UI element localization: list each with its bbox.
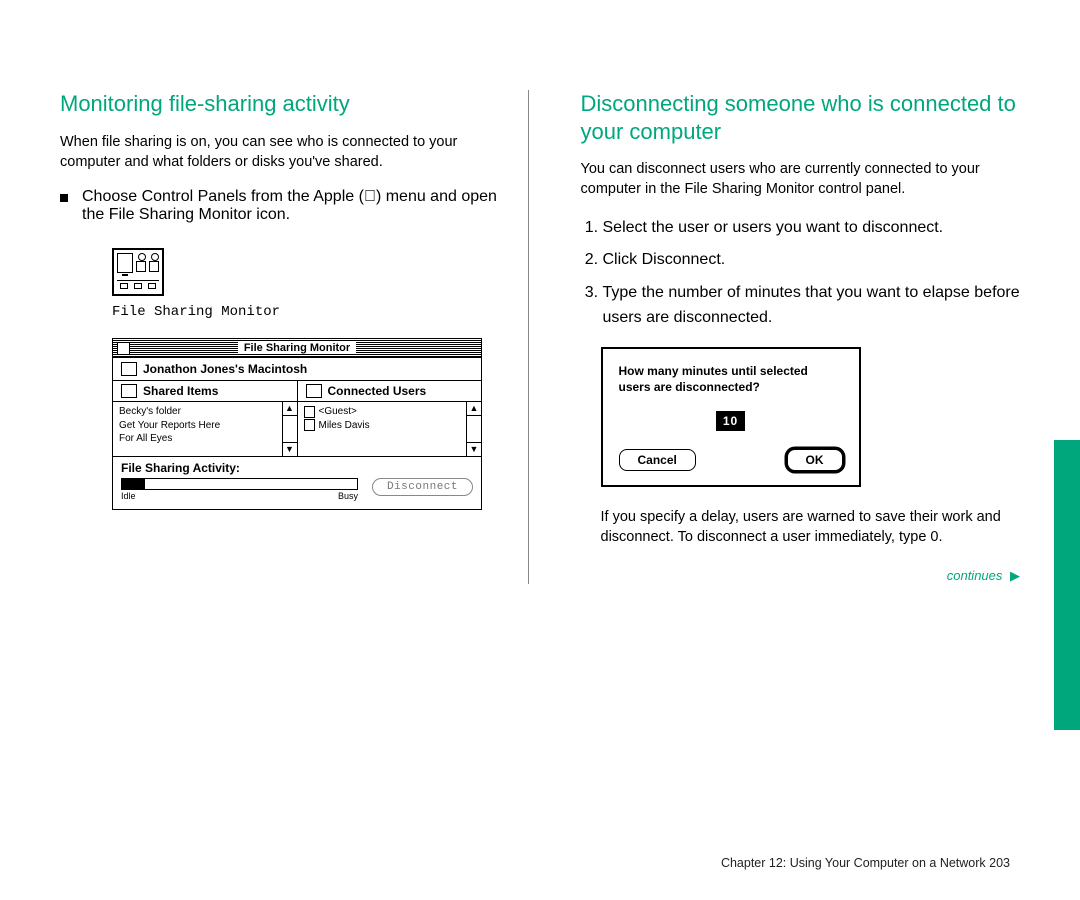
fsm-icon-caption: File Sharing Monitor — [112, 304, 500, 320]
step-item: Type the number of minutes that you want… — [603, 281, 1021, 331]
right-intro: You can disconnect users who are current… — [581, 159, 1021, 200]
cancel-button[interactable]: Cancel — [619, 449, 696, 471]
continue-arrow-icon: ▶ — [1006, 568, 1020, 583]
connected-users-header: Connected Users — [328, 384, 427, 398]
ok-button[interactable]: OK — [787, 449, 843, 471]
dialog-prompt: How many minutes until selected users ar… — [619, 363, 843, 395]
disconnect-dialog: How many minutes until selected users ar… — [601, 347, 861, 487]
owner-row: Jonathon Jones's Macintosh — [113, 358, 481, 381]
right-section-title: Disconnecting someone who is connected t… — [581, 90, 1021, 145]
connected-users-list[interactable]: <Guest> Miles Davis — [298, 402, 467, 456]
fsm-control-panel-icon — [112, 248, 500, 296]
disconnect-button[interactable]: Disconnect — [372, 478, 473, 496]
left-bullet: Choose Control Panels from the Apple ()… — [60, 188, 500, 224]
list-item[interactable]: Miles Davis — [304, 419, 461, 433]
window-titlebar[interactable]: File Sharing Monitor — [113, 339, 481, 358]
user-icon — [304, 406, 315, 418]
scale-busy: Busy — [338, 491, 358, 501]
minutes-input[interactable]: 10 — [716, 411, 745, 431]
activity-meter — [121, 478, 358, 490]
file-sharing-monitor-window: File Sharing Monitor Jonathon Jones's Ma… — [112, 338, 482, 510]
delay-note: If you specify a delay, users are warned… — [601, 507, 1021, 548]
shared-items-header: Shared Items — [143, 384, 218, 398]
continues-indicator: continues ▶ — [581, 568, 1021, 584]
page-footer: Chapter 12: Using Your Computer on a Net… — [721, 856, 1010, 870]
activity-label: File Sharing Activity: — [121, 461, 473, 475]
scrollbar[interactable]: ▲ ▼ — [466, 402, 481, 456]
users-icon — [306, 384, 322, 398]
macintosh-icon — [121, 362, 137, 376]
scroll-down-icon[interactable]: ▼ — [283, 442, 297, 456]
owner-name: Jonathon Jones's Macintosh — [143, 362, 307, 376]
window-title: File Sharing Monitor — [238, 342, 356, 354]
scale-idle: Idle — [121, 491, 136, 501]
left-section-title: Monitoring file-sharing activity — [60, 90, 500, 118]
scrollbar[interactable]: ▲ ▼ — [282, 402, 297, 456]
square-bullet-icon — [60, 194, 68, 202]
step-item: Click Disconnect. — [603, 248, 1021, 273]
list-item[interactable]: For All Eyes — [119, 432, 276, 446]
left-intro: When file sharing is on, you can see who… — [60, 132, 500, 173]
scroll-down-icon[interactable]: ▼ — [467, 442, 481, 456]
step-item: Select the user or users you want to dis… — [603, 216, 1021, 241]
scroll-up-icon[interactable]: ▲ — [283, 402, 297, 416]
steps-list: Select the user or users you want to dis… — [581, 216, 1021, 331]
list-item[interactable]: <Guest> — [304, 405, 461, 419]
scroll-up-icon[interactable]: ▲ — [467, 402, 481, 416]
apple-icon:  — [364, 188, 376, 206]
folder-icon — [121, 384, 137, 398]
list-item[interactable]: Get Your Reports Here — [119, 419, 276, 433]
list-item[interactable]: Becky's folder — [119, 405, 276, 419]
shared-items-list[interactable]: Becky's folder Get Your Reports Here For… — [113, 402, 282, 456]
chapter-tab — [1054, 440, 1080, 730]
user-icon — [304, 419, 315, 431]
